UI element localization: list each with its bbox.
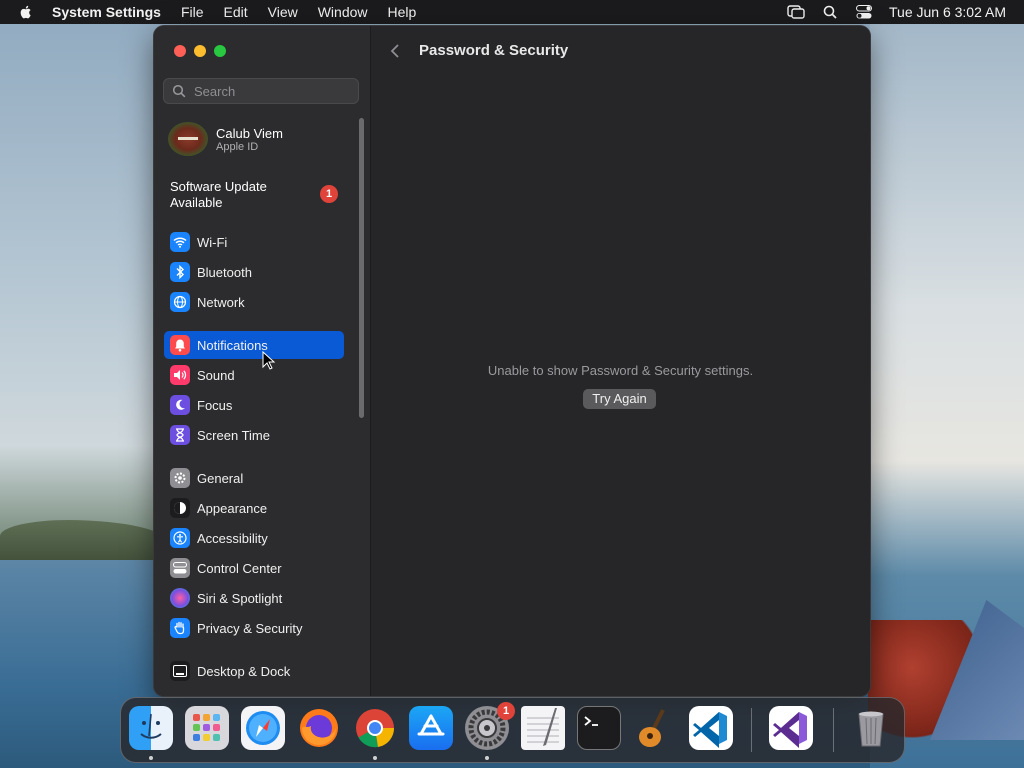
sidebar-item-label: Notifications xyxy=(197,337,268,353)
siri-icon xyxy=(170,588,190,608)
dock-garageband-icon[interactable] xyxy=(633,706,677,750)
search-icon xyxy=(172,84,186,98)
sidebar-item-bluetooth[interactable]: Bluetooth xyxy=(164,258,344,286)
speaker-icon xyxy=(170,365,190,385)
sidebar-item-accessibility[interactable]: Accessibility xyxy=(164,524,344,552)
update-badge: 1 xyxy=(320,185,338,203)
bluetooth-icon xyxy=(170,262,190,282)
dock-running-indicator xyxy=(149,756,153,760)
menu-window[interactable]: Window xyxy=(318,4,368,20)
dock-separator xyxy=(833,708,834,752)
sidebar-item-label: Focus xyxy=(197,397,233,413)
sidebar-item-label: Sound xyxy=(197,367,235,383)
menu-bar: System Settings File Edit View Window He… xyxy=(0,0,1024,24)
zoom-window-button[interactable] xyxy=(214,45,226,57)
page-title: Password & Security xyxy=(419,42,569,59)
sidebar-item-label: Privacy & Security xyxy=(197,620,303,636)
minimize-window-button[interactable] xyxy=(194,45,206,57)
spotlight-search-icon[interactable] xyxy=(821,3,839,21)
menu-edit[interactable]: Edit xyxy=(224,4,248,20)
appearance-icon xyxy=(170,498,190,518)
dock-textedit-icon[interactable] xyxy=(521,706,565,750)
sidebar-item-label: Accessibility xyxy=(197,530,268,546)
profile-name: Calub Viem xyxy=(216,125,283,141)
sidebar-item-label: Appearance xyxy=(197,500,268,516)
software-update-item[interactable]: Software Update Available 1 xyxy=(170,179,350,211)
sidebar-item-general[interactable]: General xyxy=(164,464,344,492)
dock-safari-icon[interactable] xyxy=(241,706,285,750)
dock-running-indicator xyxy=(373,756,377,760)
sidebar-item-desktop-dock[interactable]: Desktop & Dock xyxy=(164,657,344,685)
profile-subtitle: Apple ID xyxy=(216,140,259,153)
sidebar-item-notifications[interactable]: Notifications xyxy=(164,331,344,359)
sidebar-item-label: Wi-Fi xyxy=(197,234,228,250)
search-input[interactable] xyxy=(192,82,356,100)
hand-icon xyxy=(170,618,190,638)
search-field[interactable] xyxy=(163,78,359,104)
dock-chrome-icon[interactable] xyxy=(353,706,397,750)
sidebar-item-siri-spotlight[interactable]: Siri & Spotlight xyxy=(164,584,344,612)
menu-help[interactable]: Help xyxy=(388,4,417,20)
dock-running-indicator xyxy=(485,756,489,760)
apple-icon[interactable] xyxy=(18,4,34,20)
control-center-icon xyxy=(170,558,190,578)
sidebar-item-focus[interactable]: Focus xyxy=(164,391,344,419)
sidebar: Calub Viem Apple ID Software Update Avai… xyxy=(154,26,371,696)
dock-terminal-icon[interactable] xyxy=(577,706,621,750)
dock-vscode-icon[interactable] xyxy=(689,706,733,750)
dock-firefox-icon[interactable] xyxy=(297,706,341,750)
bell-icon xyxy=(170,335,190,355)
dock-icon xyxy=(170,661,190,681)
dock-launchpad-icon[interactable] xyxy=(185,706,229,750)
software-update-label: Software Update Available xyxy=(170,179,267,210)
sidebar-item-label: General xyxy=(197,470,244,486)
sidebar-item-label: Network xyxy=(197,294,245,310)
sidebar-item-privacy-security[interactable]: Privacy & Security xyxy=(164,614,344,642)
error-message: Unable to show Password & Security setti… xyxy=(487,363,754,378)
detail-pane: Password & Security Unable to show Passw… xyxy=(371,26,870,696)
wifi-icon xyxy=(170,232,190,252)
accessibility-icon xyxy=(170,528,190,548)
menu-clock[interactable]: Tue Jun 6 3:02 AM xyxy=(889,4,1006,20)
sidebar-item-label: Screen Time xyxy=(197,427,270,443)
sidebar-item-label: Siri & Spotlight xyxy=(197,590,283,606)
gear-icon xyxy=(170,468,190,488)
dock-trash-icon[interactable] xyxy=(849,706,893,750)
sidebar-item-label: Control Center xyxy=(197,560,282,576)
sidebar-item-label: Desktop & Dock xyxy=(197,663,291,679)
back-chevron-icon[interactable] xyxy=(389,42,401,60)
dock: 1 xyxy=(120,697,905,763)
apple-id-profile[interactable]: Calub Viem Apple ID xyxy=(168,119,348,159)
system-settings-window: Calub Viem Apple ID Software Update Avai… xyxy=(154,26,870,696)
globe-icon xyxy=(170,292,190,312)
sidebar-scrollbar[interactable] xyxy=(359,118,364,418)
sidebar-item-sound[interactable]: Sound xyxy=(164,361,344,389)
control-center-icon[interactable] xyxy=(855,3,873,21)
screen-mirroring-icon[interactable] xyxy=(787,3,805,21)
dock-settings-badge: 1 xyxy=(497,702,515,720)
menu-view[interactable]: View xyxy=(268,4,298,20)
sidebar-item-appearance[interactable]: Appearance xyxy=(164,494,344,522)
try-again-button[interactable]: Try Again xyxy=(583,389,656,409)
menu-file[interactable]: File xyxy=(181,4,204,20)
moon-icon xyxy=(170,395,190,415)
mouse-pointer-icon xyxy=(262,351,276,370)
desktop-wallpaper-trees xyxy=(0,520,170,560)
menu-app-name[interactable]: System Settings xyxy=(52,4,161,20)
sidebar-item-network[interactable]: Network xyxy=(164,288,344,316)
avatar xyxy=(168,122,208,156)
hourglass-icon xyxy=(170,425,190,445)
dock-visual-studio-icon[interactable] xyxy=(769,706,813,750)
close-window-button[interactable] xyxy=(174,45,186,57)
sidebar-item-label: Bluetooth xyxy=(197,264,252,280)
dock-separator xyxy=(751,708,752,752)
dock-finder-icon[interactable] xyxy=(129,706,173,750)
sidebar-item-screen-time[interactable]: Screen Time xyxy=(164,421,344,449)
sidebar-item-wifi[interactable]: Wi-Fi xyxy=(164,228,344,256)
sidebar-item-control-center[interactable]: Control Center xyxy=(164,554,344,582)
dock-app-store-icon[interactable] xyxy=(409,706,453,750)
